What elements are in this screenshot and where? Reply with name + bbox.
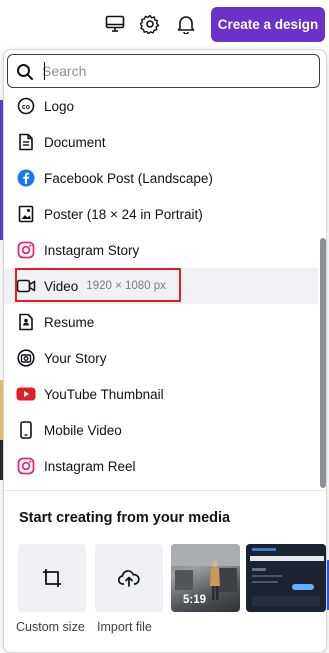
camera-icon [16,348,36,368]
poster-icon [16,204,36,224]
list-item-label: Instagram Story [44,242,140,258]
list-item-label: Instagram Reel [44,458,136,474]
media-thumbnail-screenshot[interactable] [246,544,326,612]
youtube-icon [16,384,36,404]
custom-size-label: Custom size [16,620,85,634]
resume-icon [16,312,36,332]
list-item-label: YouTube Thumbnail [44,386,164,402]
list-item-instagram-story[interactable]: Instagram Story [4,232,318,268]
video-duration: 5:19 [183,594,207,606]
list-scrollbar[interactable] [320,238,326,488]
list-item-youtube-thumbnail[interactable]: YouTube Thumbnail [4,376,318,412]
list-item-your-story[interactable]: Your Story [4,340,318,376]
app-screenshot-thumbnail [246,544,326,612]
search-box[interactable] [7,54,320,88]
list-item-label: Your Story [44,350,107,366]
list-item-resume[interactable]: Resume [4,304,318,340]
facebook-icon [16,168,36,188]
logo-icon: co [16,96,36,116]
list-item-label: Poster (18 × 24 in Portrait) [44,206,203,222]
dimensions-label: 1920 × 1080 px [86,280,166,292]
section-divider [4,490,326,491]
list-item-label: Mobile Video [44,422,122,438]
list-item-logo[interactable]: co Logo [4,88,318,124]
custom-size-button[interactable] [18,544,86,612]
list-item-label: Logo [44,98,75,114]
media-thumbnail-video[interactable]: 5:19 [171,544,240,612]
media-section-title: Start creating from your media [19,510,231,526]
list-item-video[interactable]: Video 1920 × 1080 px [4,268,318,304]
list-item-label: Facebook Post (Landscape) [44,170,213,186]
svg-text:co: co [22,104,30,111]
list-item-label: Video [44,278,79,294]
import-file-button[interactable] [95,544,163,612]
instagram-icon [16,240,36,260]
list-item-mobile-video[interactable]: Mobile Video [4,412,318,448]
monitor-icon[interactable] [104,13,126,35]
create-design-dropdown: co Logo Document Facebook Post (Landscap… [3,49,327,653]
top-bar: Create a design [0,0,329,46]
list-item-poster[interactable]: Poster (18 × 24 in Portrait) [4,196,318,232]
resize-icon [43,569,61,587]
search-icon [17,64,33,80]
cloud-upload-icon [118,570,140,587]
media-row: Custom size Import file 5:19 [16,544,326,644]
list-item-facebook-post[interactable]: Facebook Post (Landscape) [4,160,318,196]
video-icon [16,276,36,296]
design-type-list: co Logo Document Facebook Post (Landscap… [4,88,318,484]
text-caret [44,62,45,80]
search-input[interactable] [42,59,302,83]
list-item-instagram-reel[interactable]: Instagram Reel [4,448,318,484]
list-item-label: Resume [44,314,95,330]
mobile-icon [16,420,36,440]
import-file-label: Import file [97,620,152,634]
list-item-label: Document [44,134,106,150]
bell-icon[interactable] [175,13,197,35]
list-item-document[interactable]: Document [4,124,318,160]
document-icon [16,132,36,152]
gear-icon[interactable] [139,13,161,35]
instagram-icon [16,456,36,476]
create-design-button[interactable]: Create a design [211,7,325,42]
